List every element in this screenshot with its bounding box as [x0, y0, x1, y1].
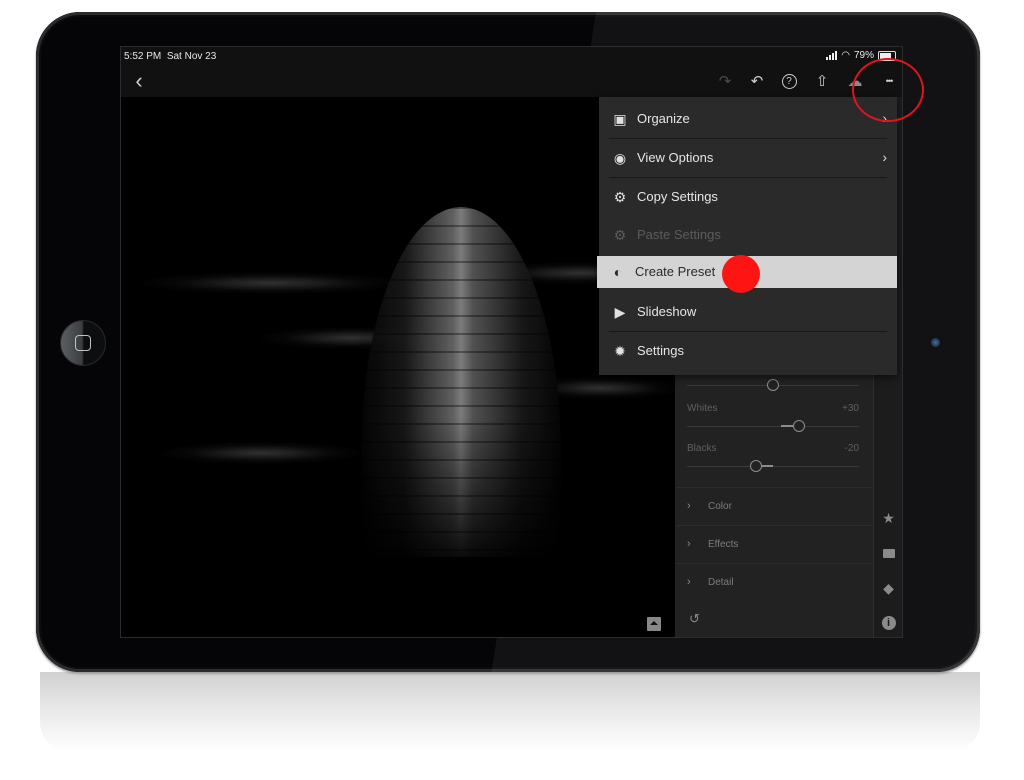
slider-track[interactable] — [687, 426, 859, 427]
menu-item-settings[interactable]: ✹ Settings — [599, 332, 897, 370]
wifi-icon: ◠ — [841, 50, 850, 61]
menu-item-organize[interactable]: ▣ Organize › — [599, 100, 897, 138]
cloud-haze — [161, 442, 361, 464]
status-time-date: 5:52 PM Sat Nov 23 — [124, 51, 216, 62]
slider-track[interactable] — [687, 466, 859, 467]
more-options-menu: ▣ Organize › ◉ View Options › ⚙ Copy Set… — [597, 97, 897, 375]
slider-label: Blacks — [687, 443, 717, 454]
status-time: 5:52 PM — [124, 51, 162, 62]
signal-icon — [826, 51, 838, 60]
star-icon: ★ — [882, 510, 895, 526]
cloud-haze — [141, 272, 401, 294]
chevron-left-icon: ‹ — [135, 68, 143, 93]
tag-icon: ◆ — [883, 580, 894, 596]
section-label: Effects — [708, 539, 739, 550]
reset-icon[interactable]: ↺ — [689, 611, 700, 627]
top-toolbar: ‹ ↷ ↶ ? ⇧ ☁ ••• — [121, 65, 902, 97]
section-label: Color — [708, 501, 732, 512]
slider-knob[interactable] — [749, 460, 762, 472]
front-camera — [931, 338, 940, 347]
chevron-right-icon: › — [687, 500, 691, 512]
folder-icon: ▣ — [613, 110, 627, 127]
info-button[interactable]: i — [880, 614, 897, 631]
share-icon: ⇧ — [815, 73, 829, 90]
comment-icon — [882, 549, 895, 558]
keywords-button[interactable]: ◆ — [880, 580, 897, 597]
chevron-right-icon: › — [687, 576, 691, 588]
help-circle-icon: ? — [781, 73, 797, 89]
tap-indicator — [722, 255, 760, 293]
chevron-right-icon: › — [687, 538, 691, 550]
undo-button[interactable]: ↶ — [747, 71, 767, 91]
paste-settings-icon: ⚙ — [613, 226, 627, 243]
menu-item-label: Paste Settings — [637, 227, 721, 242]
slider-knob[interactable] — [792, 420, 805, 432]
section-effects[interactable]: › Effects — [675, 525, 873, 564]
menu-item-label: Slideshow — [637, 304, 697, 319]
rating-button[interactable]: ★ — [880, 510, 897, 527]
comments-button[interactable] — [880, 545, 897, 562]
slider-knob[interactable] — [767, 379, 779, 391]
home-square-icon — [75, 335, 91, 351]
share-button[interactable]: ⇧ — [812, 71, 832, 91]
slider-value: +30 — [842, 403, 859, 414]
menu-item-view-options[interactable]: ◉ View Options › — [599, 139, 897, 177]
copy-settings-icon: ⚙ — [613, 188, 627, 205]
chevron-right-icon: › — [882, 149, 887, 165]
home-button[interactable] — [60, 320, 106, 366]
filmstrip-toggle-button[interactable] — [647, 617, 661, 631]
menu-item-label: Create Preset — [635, 264, 716, 279]
app-screen: 5:52 PM Sat Nov 23 ◠ 79% ‹ ↷ ↶ ? ⇧ ☁ •••… — [120, 46, 903, 638]
status-bar: 5:52 PM Sat Nov 23 ◠ 79% — [121, 47, 902, 65]
photo-canvas[interactable] — [121, 97, 675, 637]
battery-percent: 79% — [853, 50, 874, 61]
device-reflection — [40, 672, 980, 752]
menu-item-label: Copy Settings — [637, 189, 718, 204]
slider-value: -20 — [844, 443, 859, 454]
info-icon: i — [881, 615, 896, 630]
undo-icon: ↶ — [750, 73, 764, 90]
gear-icon: ✹ — [614, 342, 626, 359]
section-label: Detail — [708, 577, 734, 588]
status-date: Sat Nov 23 — [166, 51, 217, 62]
callout-circle-annotation — [852, 58, 924, 122]
help-button[interactable]: ? — [779, 71, 799, 91]
play-icon: ▶ — [614, 303, 626, 320]
back-button[interactable]: ‹ — [129, 68, 149, 93]
redo-icon: ↷ — [718, 73, 732, 90]
menu-item-label: Organize — [637, 111, 690, 126]
menu-item-slideshow[interactable]: ▶ Slideshow — [599, 293, 897, 331]
create-preset-icon: ◐ — [613, 264, 623, 280]
slider-label: Whites — [687, 403, 718, 414]
menu-item-label: View Options — [637, 150, 714, 165]
section-detail[interactable]: › Detail — [675, 563, 873, 602]
redo-button[interactable]: ↷ — [715, 71, 735, 91]
tower-photo — [361, 207, 561, 557]
menu-item-paste-settings[interactable]: ⚙ Paste Settings — [599, 216, 897, 254]
section-color[interactable]: › Color — [675, 487, 873, 526]
menu-item-label: Settings — [637, 343, 684, 358]
view-options-icon: ◉ — [613, 149, 627, 166]
menu-item-copy-settings[interactable]: ⚙ Copy Settings — [599, 178, 897, 216]
